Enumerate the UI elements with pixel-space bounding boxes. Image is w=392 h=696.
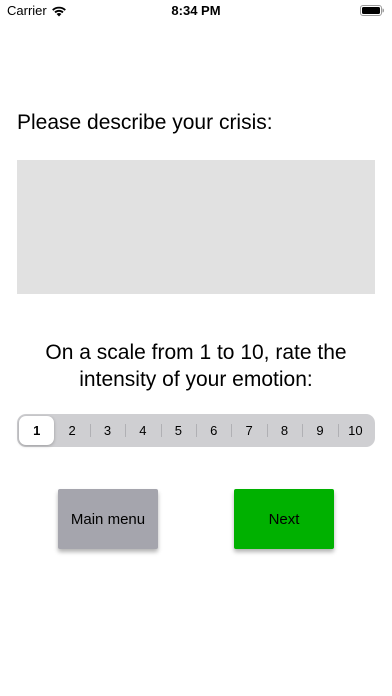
intensity-segmented-control: 1 2 3 4 5 6 7 8 9 10 [17, 414, 375, 447]
intensity-option-2[interactable]: 2 [54, 416, 89, 445]
intensity-option-5[interactable]: 5 [160, 416, 196, 445]
scale-question-line2: intensity of your emotion: [79, 368, 313, 391]
crisis-description-input[interactable] [17, 160, 375, 294]
intensity-option-7[interactable]: 7 [231, 416, 266, 445]
main-menu-button[interactable]: Main menu [58, 489, 158, 549]
intensity-option-4[interactable]: 4 [125, 416, 160, 445]
intensity-option-10[interactable]: 10 [337, 416, 373, 445]
status-time: 8:34 PM [171, 3, 221, 18]
scale-question-line1: On a scale from 1 to 10, rate the [45, 341, 347, 364]
intensity-option-3[interactable]: 3 [89, 416, 125, 445]
intensity-option-8[interactable]: 8 [266, 416, 302, 445]
intensity-option-1[interactable]: 1 [19, 416, 55, 445]
battery-icon [360, 5, 384, 16]
status-bar: Carrier 8:34 PM [0, 0, 392, 22]
intensity-option-9[interactable]: 9 [302, 416, 337, 445]
intensity-option-6[interactable]: 6 [196, 416, 231, 445]
crisis-screen: Carrier 8:34 PM Please describe your cri… [0, 0, 392, 696]
next-button[interactable]: Next [234, 489, 334, 549]
scale-question: On a scale from 1 to 10, rate the intens… [0, 339, 392, 393]
crisis-prompt: Please describe your crisis: [17, 111, 273, 134]
